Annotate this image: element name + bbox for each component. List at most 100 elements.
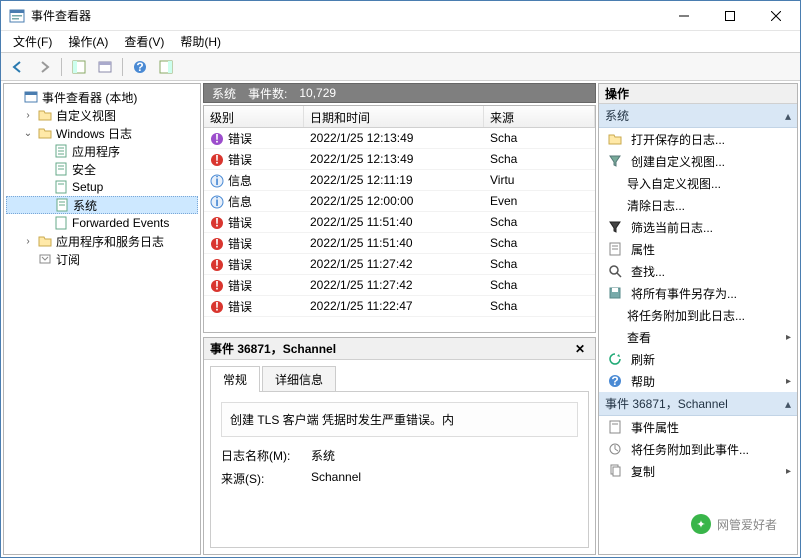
table-row[interactable]: !错误2022/1/25 11:51:40Scha	[204, 212, 595, 233]
chevron-up-icon: ▴	[785, 109, 791, 123]
expand-icon[interactable]: ›	[22, 236, 34, 247]
log-icon	[53, 215, 69, 231]
actions-body[interactable]: 系统 ▴ 打开保存的日志... 创建自定义视图... 导入自定义视图... 清除…	[599, 104, 797, 554]
level-text: 错误	[228, 153, 252, 167]
table-row[interactable]: i信息2022/1/25 12:00:00Even	[204, 191, 595, 212]
forward-button[interactable]	[33, 56, 55, 78]
tree-label: 安全	[72, 161, 96, 178]
action-view[interactable]: 查看▸	[599, 326, 797, 348]
level-text: 错误	[228, 237, 252, 251]
maximize-button[interactable]	[707, 2, 752, 30]
table-row[interactable]: !错误2022/1/25 11:27:42Scha	[204, 275, 595, 296]
menu-file[interactable]: 文件(F)	[7, 31, 58, 52]
back-button[interactable]	[7, 56, 29, 78]
actions-title: 操作	[599, 84, 797, 104]
table-row[interactable]: !错误2022/1/25 11:51:40Scha	[204, 233, 595, 254]
action-open-saved[interactable]: 打开保存的日志...	[599, 128, 797, 150]
tree-root[interactable]: 事件查看器 (本地)	[6, 88, 198, 106]
tree-windows-logs[interactable]: ⌄ Windows 日志	[6, 124, 198, 142]
svg-text:!: !	[215, 279, 219, 293]
detail-body[interactable]: 创建 TLS 客户端 凭据时发生严重错误。内 日志名称(M): 系统 来源(S)…	[210, 391, 589, 548]
properties-button[interactable]	[94, 56, 116, 78]
center-pane: 系统 事件数: 10,729 级别 日期和时间 来源 !错误2022/1/25 …	[203, 83, 596, 555]
main-area: 事件查看器 (本地) › 自定义视图 ⌄ Windows 日志 应用程序 安全 …	[1, 81, 800, 557]
level-icon: i	[210, 195, 224, 209]
log-icon	[54, 197, 70, 213]
menu-view[interactable]: 查看(V)	[118, 31, 170, 52]
action-attach-task-log[interactable]: 将任务附加到此日志...	[599, 304, 797, 326]
action-import-custom[interactable]: 导入自定义视图...	[599, 172, 797, 194]
tree-security[interactable]: 安全	[6, 160, 198, 178]
copy-icon	[607, 463, 623, 479]
group-label: 事件 36871，Schannel	[605, 395, 728, 412]
show-hide-tree-button[interactable]	[68, 56, 90, 78]
log-name-label: 日志名称(M):	[221, 447, 311, 464]
action-filter-current[interactable]: 筛选当前日志...	[599, 216, 797, 238]
tree-setup[interactable]: Setup	[6, 178, 198, 196]
action-group-system[interactable]: 系统 ▴	[599, 104, 797, 128]
folder-open-icon	[37, 125, 53, 141]
help-button[interactable]: ?	[129, 56, 151, 78]
table-body[interactable]: !错误2022/1/25 12:13:49Scha!错误2022/1/25 12…	[204, 128, 595, 332]
table-row[interactable]: !错误2022/1/25 12:13:49Scha	[204, 128, 595, 149]
tree-pane[interactable]: 事件查看器 (本地) › 自定义视图 ⌄ Windows 日志 应用程序 安全 …	[3, 83, 201, 555]
svg-text:i: i	[215, 195, 218, 209]
action-attach-task-event[interactable]: 将任务附加到此事件...	[599, 438, 797, 460]
tree-label: Windows 日志	[56, 125, 132, 142]
log-icon	[53, 143, 69, 159]
close-button[interactable]	[753, 2, 798, 30]
subscription-icon	[37, 251, 53, 267]
table-row[interactable]: !错误2022/1/25 11:27:42Scha	[204, 254, 595, 275]
detail-header: 事件 36871，Schannel ✕	[204, 338, 595, 360]
action-event-properties[interactable]: 事件属性	[599, 416, 797, 438]
action-help[interactable]: ?帮助▸	[599, 370, 797, 392]
datetime-cell: 2022/1/25 11:51:40	[304, 236, 484, 250]
action-pane-button[interactable]	[155, 56, 177, 78]
action-create-custom[interactable]: 创建自定义视图...	[599, 150, 797, 172]
tree-app-svc-logs[interactable]: › 应用程序和服务日志	[6, 232, 198, 250]
filter-icon	[607, 153, 623, 169]
expand-icon[interactable]: ›	[22, 110, 34, 121]
datetime-cell: 2022/1/25 11:27:42	[304, 278, 484, 292]
level-text: 错误	[228, 258, 252, 272]
action-find[interactable]: 查找...	[599, 260, 797, 282]
menu-action[interactable]: 操作(A)	[62, 31, 114, 52]
tree-application[interactable]: 应用程序	[6, 142, 198, 160]
tree-subscriptions[interactable]: 订阅	[6, 250, 198, 268]
action-copy[interactable]: 复制▸	[599, 460, 797, 482]
properties-icon	[607, 419, 623, 435]
menu-help[interactable]: 帮助(H)	[174, 31, 227, 52]
level-icon: !	[210, 153, 224, 167]
table-row[interactable]: !错误2022/1/25 12:13:49Scha	[204, 149, 595, 170]
action-save-all[interactable]: 将所有事件另存为...	[599, 282, 797, 304]
source-cell: Scha	[484, 152, 595, 166]
level-icon: !	[210, 258, 224, 272]
tree-forwarded[interactable]: Forwarded Events	[6, 214, 198, 232]
minimize-button[interactable]	[661, 2, 706, 30]
col-source[interactable]: 来源	[484, 106, 595, 127]
col-datetime[interactable]: 日期和时间	[304, 106, 484, 127]
level-text: 错误	[228, 300, 252, 314]
collapse-icon[interactable]: ⌄	[22, 128, 34, 139]
col-level[interactable]: 级别	[204, 106, 304, 127]
svg-text:i: i	[215, 174, 218, 188]
action-clear-log[interactable]: 清除日志...	[599, 194, 797, 216]
tab-general[interactable]: 常规	[210, 366, 260, 392]
log-icon	[53, 161, 69, 177]
svg-text:?: ?	[611, 374, 618, 388]
eventviewer-icon	[23, 89, 39, 105]
table-row[interactable]: i信息2022/1/25 12:11:19Virtu	[204, 170, 595, 191]
tree-system[interactable]: 系统	[6, 196, 198, 214]
tree-custom-views[interactable]: › 自定义视图	[6, 106, 198, 124]
tab-details[interactable]: 详细信息	[262, 366, 336, 392]
level-icon: i	[210, 174, 224, 188]
level-text: 信息	[228, 195, 252, 209]
detail-close-button[interactable]: ✕	[571, 342, 589, 356]
tree-label: 自定义视图	[56, 107, 116, 124]
titlebar: 事件查看器	[1, 1, 800, 31]
action-group-event[interactable]: 事件 36871，Schannel ▴	[599, 392, 797, 416]
action-refresh[interactable]: 刷新	[599, 348, 797, 370]
action-properties[interactable]: 属性	[599, 238, 797, 260]
window-title: 事件查看器	[31, 7, 661, 24]
table-row[interactable]: !错误2022/1/25 11:22:47Scha	[204, 296, 595, 317]
